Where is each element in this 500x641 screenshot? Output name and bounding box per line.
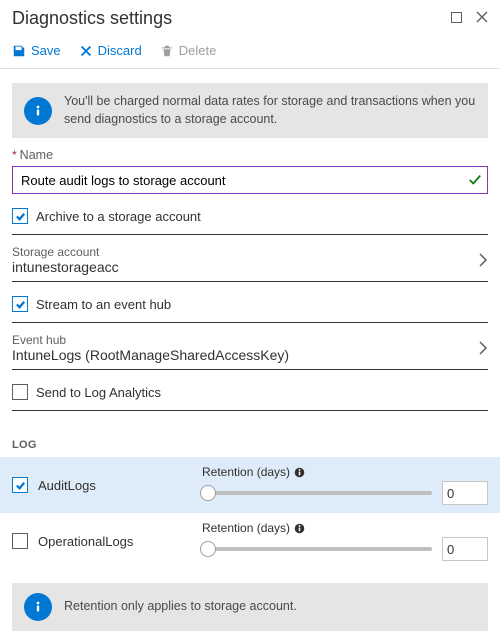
divider [12, 369, 488, 370]
save-label: Save [31, 43, 61, 58]
info-icon[interactable] [294, 523, 305, 534]
save-button[interactable]: Save [12, 43, 61, 58]
log-row-auditlogs: AuditLogs Retention (days) [0, 457, 500, 513]
slider-thumb[interactable] [200, 485, 216, 501]
checkmark-icon [468, 173, 482, 187]
storage-account-value: intunestorageacc [12, 259, 119, 275]
maximize-icon[interactable] [451, 11, 462, 26]
blade-header: Diagnostics settings [0, 0, 500, 35]
retention-label: Retention (days) [202, 465, 290, 479]
retention-banner-text: Retention only applies to storage accoun… [64, 598, 297, 616]
operationallogs-retention-input[interactable] [442, 537, 488, 561]
chevron-right-icon [478, 253, 488, 267]
name-input[interactable] [12, 166, 488, 194]
info-icon [24, 593, 52, 621]
auditlogs-retention-input[interactable] [442, 481, 488, 505]
discard-label: Discard [98, 43, 142, 58]
discard-button[interactable]: Discard [79, 43, 142, 58]
auditlogs-checkbox[interactable] [12, 477, 28, 493]
divider [12, 234, 488, 235]
stream-checkbox-row[interactable]: Stream to an event hub [12, 296, 488, 312]
event-hub-label: Event hub [12, 333, 289, 347]
archive-checkbox[interactable] [12, 208, 28, 224]
stream-label: Stream to an event hub [36, 297, 171, 312]
stream-checkbox[interactable] [12, 296, 28, 312]
retention-label: Retention (days) [202, 521, 290, 535]
divider [12, 322, 488, 323]
toolbar: Save Discard Delete [0, 35, 500, 69]
info-banner-retention: Retention only applies to storage accoun… [12, 583, 488, 631]
window-controls [451, 11, 488, 26]
send-la-checkbox[interactable] [12, 384, 28, 400]
log-section-caption: LOG [12, 439, 488, 451]
operationallogs-checkbox[interactable] [12, 533, 28, 549]
chevron-right-icon [478, 341, 488, 355]
save-icon [12, 44, 26, 58]
slider-thumb[interactable] [200, 541, 216, 557]
auditlogs-label: AuditLogs [38, 478, 96, 493]
required-asterisk: * [12, 148, 17, 162]
info-banner-text: You'll be charged normal data rates for … [64, 93, 476, 128]
log-row-operationallogs: OperationalLogs Retention (days) [0, 513, 500, 569]
divider [12, 410, 488, 411]
info-banner-rates: You'll be charged normal data rates for … [12, 83, 488, 138]
send-la-label: Send to Log Analytics [36, 385, 161, 400]
info-icon[interactable] [294, 467, 305, 478]
operationallogs-retention-slider[interactable] [202, 547, 432, 551]
archive-checkbox-row[interactable]: Archive to a storage account [12, 208, 488, 224]
event-hub-value: IntuneLogs (RootManageSharedAccessKey) [12, 347, 289, 363]
storage-account-selector[interactable]: Storage account intunestorageacc [12, 245, 488, 277]
archive-label: Archive to a storage account [36, 209, 201, 224]
operationallogs-label: OperationalLogs [38, 534, 133, 549]
discard-icon [79, 44, 93, 58]
delete-button: Delete [160, 43, 217, 58]
auditlogs-retention-slider[interactable] [202, 491, 432, 495]
info-icon [24, 97, 52, 125]
delete-icon [160, 44, 174, 58]
storage-account-label: Storage account [12, 245, 119, 259]
delete-label: Delete [179, 43, 217, 58]
name-label: Name [20, 148, 53, 162]
divider [12, 281, 488, 282]
event-hub-selector[interactable]: Event hub IntuneLogs (RootManageSharedAc… [12, 333, 488, 365]
send-la-checkbox-row[interactable]: Send to Log Analytics [12, 384, 488, 400]
close-icon[interactable] [476, 11, 488, 26]
page-title: Diagnostics settings [12, 8, 172, 29]
